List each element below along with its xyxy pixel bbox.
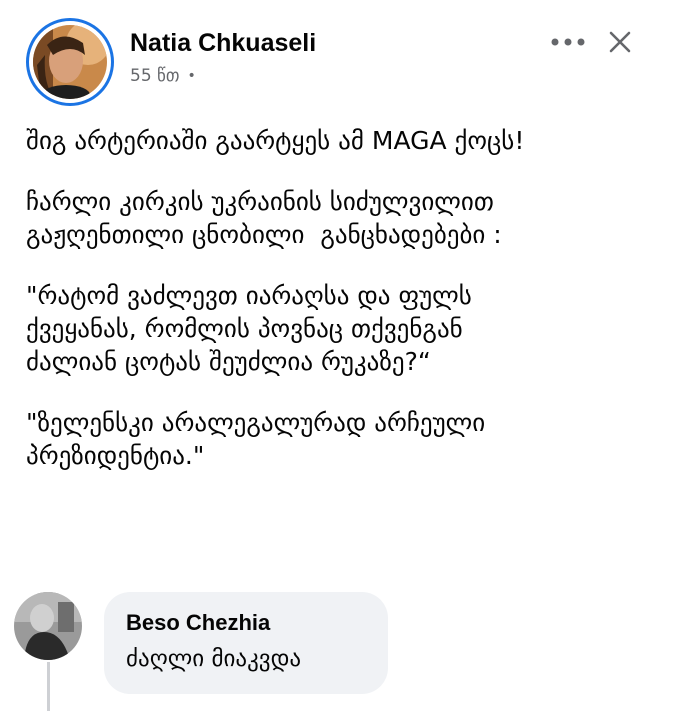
author-avatar-image <box>33 25 107 99</box>
globe-icon: • <box>187 68 196 84</box>
more-options-button[interactable] <box>548 28 588 56</box>
post-line: ქვეყანას, რომლის პოვნაც თქვენგან <box>26 314 463 343</box>
post-line: "ზელენსკი არალეგალურად არჩეული <box>26 408 486 437</box>
post-paragraph-2: ჩარლი კირკის უკრაინის სიძულვილით გაჟღენთ… <box>26 185 656 251</box>
post-paragraph-4: "ზელენსკი არალეგალურად არჩეული პრეზიდენტ… <box>26 406 656 472</box>
post-line: პრეზიდენტია." <box>26 441 205 470</box>
post-time[interactable]: 55 წთ <box>130 66 179 86</box>
author-avatar[interactable] <box>26 18 114 106</box>
comment-author[interactable]: Beso Chezhia <box>126 610 366 636</box>
comment-bubble[interactable]: Beso Chezhia ძაღლი მიაკვდა <box>104 592 388 694</box>
post-line: გაჟღენთილი ცნობილი განცხადებები : <box>26 220 502 249</box>
thread-line <box>47 662 50 711</box>
post-meta: 55 წთ • <box>130 66 196 86</box>
author-name[interactable]: Natia Chkuaseli <box>130 29 316 58</box>
post-text: შიგ არტერიაში გაარტყეს ამ MAGA ქოცს! ჩარ… <box>26 124 656 500</box>
close-icon <box>609 31 631 53</box>
post-line: ძალიან ცოტას შეუძლია რუკაზე?“ <box>26 347 431 376</box>
close-post-button[interactable] <box>604 26 636 58</box>
post-line: ჩარლი კირკის უკრაინის სიძულვილით <box>26 187 494 216</box>
more-horizontal-icon <box>551 38 585 46</box>
post-paragraph-1: შიგ არტერიაში გაარტყეს ამ MAGA ქოცს! <box>26 124 656 157</box>
post-line: შიგ არტერიაში გაარტყეს ამ MAGA ქოცს! <box>26 126 525 155</box>
post-paragraph-3: "რატომ ვაძლევთ იარაღსა და ფულს ქვეყანას,… <box>26 279 656 378</box>
comment-text: ძაღლი მიაკვდა <box>126 646 302 672</box>
commenter-avatar[interactable] <box>14 592 82 660</box>
post-line: "რატომ ვაძლევთ იარაღსა და ფულს <box>26 281 472 310</box>
